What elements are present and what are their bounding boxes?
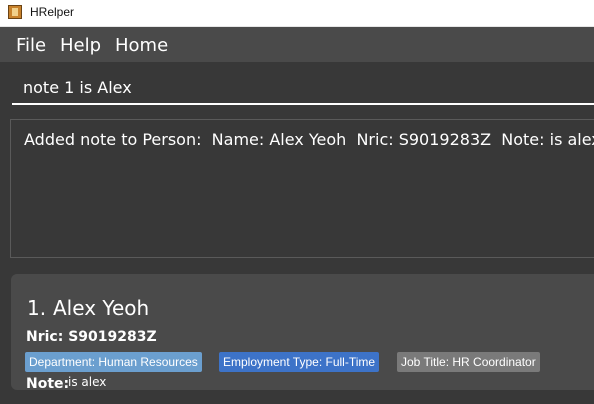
tag-department: Department: Human Resources <box>25 352 202 372</box>
menu-file[interactable]: File <box>16 35 46 56</box>
menu-help[interactable]: Help <box>60 35 101 56</box>
command-box <box>0 62 594 110</box>
tag-job-title: Job Title: HR Coordinator <box>397 352 540 372</box>
person-card[interactable]: 1. Alex Yeoh Nric: S9019283Z Department:… <box>11 274 594 392</box>
note-label: Note: <box>26 376 70 392</box>
person-name: Alex Yeoh <box>53 296 150 320</box>
command-input[interactable] <box>12 71 594 105</box>
window-title: HRelper <box>30 5 75 19</box>
result-message: Added note to Person: Name: Alex Yeoh Nr… <box>24 130 594 149</box>
result-display[interactable]: Added note to Person: Name: Alex Yeoh Nr… <box>10 119 594 258</box>
person-nric: Nric: S9019283Z <box>26 329 157 345</box>
tag-employment-type: Employment Type: Full-Time <box>219 352 380 372</box>
title-bar: HRelper <box>0 0 594 27</box>
person-index: 1. <box>27 296 47 320</box>
menu-home[interactable]: Home <box>115 35 168 56</box>
app-cup-icon <box>8 5 22 19</box>
note-value: is alex <box>68 375 107 389</box>
menu-bar: File Help Home <box>0 27 594 62</box>
person-list[interactable]: 1. Alex Yeoh Nric: S9019283Z Department:… <box>0 266 594 404</box>
